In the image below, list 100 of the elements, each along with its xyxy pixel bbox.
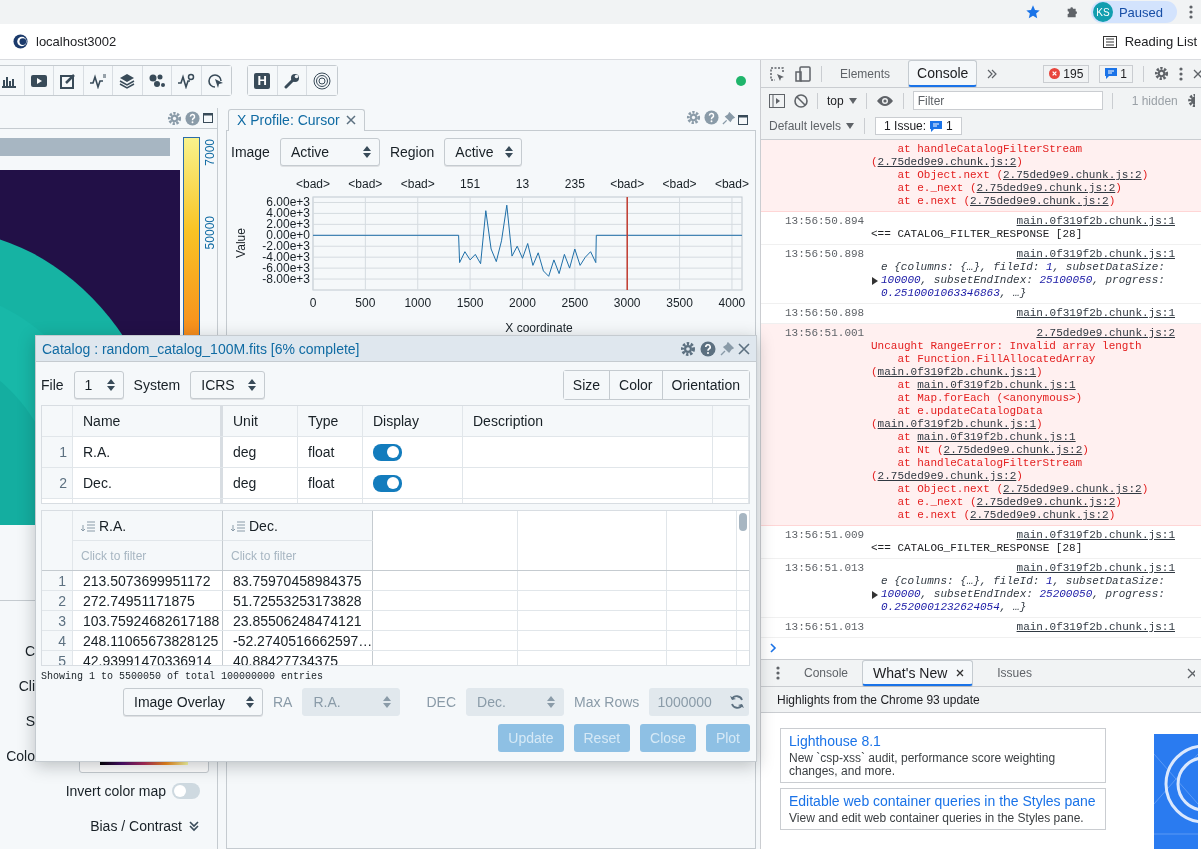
table-cell: 213.5073699951172 [73, 571, 223, 590]
source-link[interactable]: 2.75ded9e9.chunk.js:2 [976, 182, 1116, 194]
devtools-tab[interactable]: Elements [832, 60, 899, 87]
bookmark-star-icon[interactable] [1024, 4, 1041, 20]
source-link[interactable]: 2.75ded9e9.chunk.js:2 [976, 496, 1116, 508]
clear-console-icon[interactable] [794, 93, 808, 108]
eye-icon[interactable] [875, 94, 894, 107]
expand-triangle-icon[interactable] [872, 277, 878, 285]
close-icon[interactable] [956, 668, 965, 677]
address-text[interactable]: localhost3002 [36, 34, 117, 49]
column-header[interactable]: R.A. [73, 511, 223, 541]
stack-frame: at Map.forEach (<anonymous>) [871, 392, 1175, 405]
waveform-icon [88, 72, 107, 89]
source-link[interactable]: 2.75ded9e9.chunk.js:2 [943, 444, 1083, 456]
source-link[interactable]: main.0f319f2b.chunk.js:1 [1016, 215, 1175, 228]
source-link[interactable]: 2.75ded9e9.chunk.js:2 [1003, 483, 1142, 495]
expand-chevron-icon[interactable] [188, 819, 200, 832]
scrollbar[interactable] [739, 513, 747, 531]
source-link[interactable]: main.0f319f2b.chunk.js:1 [1016, 621, 1175, 634]
source-link[interactable]: 2.75ded9e9.chunk.js:2 [877, 470, 1017, 482]
profile-tab[interactable]: X Profile: Cursor [228, 109, 365, 131]
issues-button[interactable]: 1 Issue: 1 [875, 117, 962, 135]
histogram-button[interactable] [0, 66, 25, 95]
drawer-tab[interactable]: What's New [862, 660, 974, 686]
column-header[interactable]: Dec. [223, 511, 373, 541]
style-button[interactable]: Size [563, 371, 611, 399]
reading-list-icon[interactable] [1102, 35, 1117, 48]
table-cell: deg [223, 468, 298, 498]
sidebar-toggle-icon[interactable] [769, 93, 785, 108]
bias-contrast-label[interactable]: Bias / Contrast [90, 817, 182, 834]
more-icon[interactable] [1189, 5, 1193, 19]
source-link[interactable]: main.0f319f2b.chunk.js:1 [1016, 529, 1175, 542]
error-count[interactable]: 195 [1043, 64, 1090, 83]
context-select[interactable]: top [827, 93, 857, 108]
more-icon[interactable] [776, 666, 780, 680]
source-link[interactable]: 2.75ded9e9.chunk.js:2 [1036, 327, 1175, 340]
row-number: 4 [42, 631, 73, 650]
settings-icon[interactable] [1154, 66, 1169, 81]
region-select[interactable]: Active [444, 138, 523, 166]
profile-button[interactable]: KS Paused [1090, 1, 1177, 23]
stack-frame: at Object.next (2.75ded9e9.chunk.js:2) [871, 483, 1175, 496]
stack-frame: at handleCatalogFilterStream (2.75ded9e9.chunk.js:2) [871, 143, 1175, 169]
system-select[interactable]: ICRS [190, 371, 266, 399]
invert-toggle[interactable] [172, 782, 200, 799]
settings-icon[interactable] [1186, 93, 1195, 108]
card-text: View and edit web container queries in the Styles pane. [789, 812, 1085, 825]
device-toolbar-icon[interactable] [795, 65, 811, 82]
close-icon[interactable] [1187, 667, 1195, 679]
stack-frame: at e._next (2.75ded9e9.chunk.js:2) [871, 182, 1175, 195]
stack-frame: at e.next (2.75ded9e9.chunk.js:2) [871, 509, 1175, 522]
top-axis-label: <bad> [348, 177, 383, 191]
help-icon[interactable] [704, 110, 719, 125]
setting-label: C [23, 642, 35, 659]
system-label: System [133, 377, 181, 393]
top-axis-label: 235 [564, 177, 585, 191]
source-link[interactable]: main.0f319f2b.chunk.js:1 [917, 379, 1076, 391]
inspect-icon[interactable] [769, 65, 785, 82]
settings-icon[interactable] [680, 340, 696, 357]
row-number: 2 [42, 468, 73, 498]
source-link[interactable]: 2.75ded9e9.chunk.js:2 [877, 156, 1017, 168]
display-toggle[interactable] [373, 474, 402, 492]
sort-icon [231, 519, 245, 532]
feature-card[interactable]: Editable web container queries in the Styles pane View and edit web container queries in the Styles pane. [780, 788, 1106, 830]
source-link[interactable]: 2.75ded9e9.chunk.js:2 [1003, 169, 1142, 181]
source-link[interactable]: main.0f319f2b.chunk.js:1 [1016, 562, 1175, 575]
image-select[interactable]: Active [279, 138, 380, 166]
column-header: Description [463, 406, 713, 436]
help-icon[interactable] [700, 340, 716, 357]
settings-icon[interactable] [167, 110, 182, 126]
close-icon[interactable] [1193, 68, 1201, 79]
feature-card[interactable]: Lighthouse 8.1 New `csp-xss` audit, performance score weighting changes, and more. [780, 728, 1106, 783]
reading-list-link[interactable]: Reading List [1124, 34, 1197, 49]
source-link[interactable]: main.0f319f2b.chunk.js:1 [1016, 307, 1175, 320]
source-link[interactable]: main.0f319f2b.chunk.js:1 [1016, 248, 1175, 261]
header-button[interactable]: H [248, 66, 278, 95]
source-link[interactable]: main.0f319f2b.chunk.js:1 [877, 418, 1037, 430]
filter-field[interactable]: Click to filter [73, 541, 223, 570]
levels-select[interactable]: Default levels [769, 119, 855, 133]
maximize-icon[interactable] [738, 115, 748, 125]
issue-count[interactable]: 1 [1099, 64, 1133, 83]
maximize-icon[interactable] [203, 113, 213, 123]
y-tick-label: -8.00e+3 [262, 272, 310, 287]
overlay-select[interactable]: Image Overlay [123, 688, 263, 716]
more-tabs-icon[interactable] [987, 68, 998, 79]
filter-field[interactable]: Filter [912, 91, 1103, 110]
sort-icon [81, 519, 95, 532]
expand-triangle-icon[interactable] [872, 591, 878, 599]
more-icon[interactable] [1179, 66, 1183, 81]
settings-icon[interactable] [686, 110, 701, 125]
display-toggle[interactable] [373, 443, 402, 461]
timestamp: 13:56:50.894 [785, 215, 865, 227]
devtools-tab[interactable]: Console [908, 60, 978, 87]
source-link[interactable]: main.0f319f2b.chunk.js:1 [917, 431, 1076, 443]
drawer-tab[interactable]: Console [794, 660, 849, 686]
file-select[interactable]: 1 [73, 371, 124, 399]
source-link[interactable]: 2.75ded9e9.chunk.js:2 [970, 509, 1109, 521]
filter-field[interactable]: Click to filter [223, 541, 373, 570]
source-link[interactable]: 2.75ded9e9.chunk.js:2 [970, 195, 1109, 207]
drawer-tab[interactable]: Issues [987, 660, 1032, 686]
source-link[interactable]: main.0f319f2b.chunk.js:1 [877, 366, 1037, 378]
